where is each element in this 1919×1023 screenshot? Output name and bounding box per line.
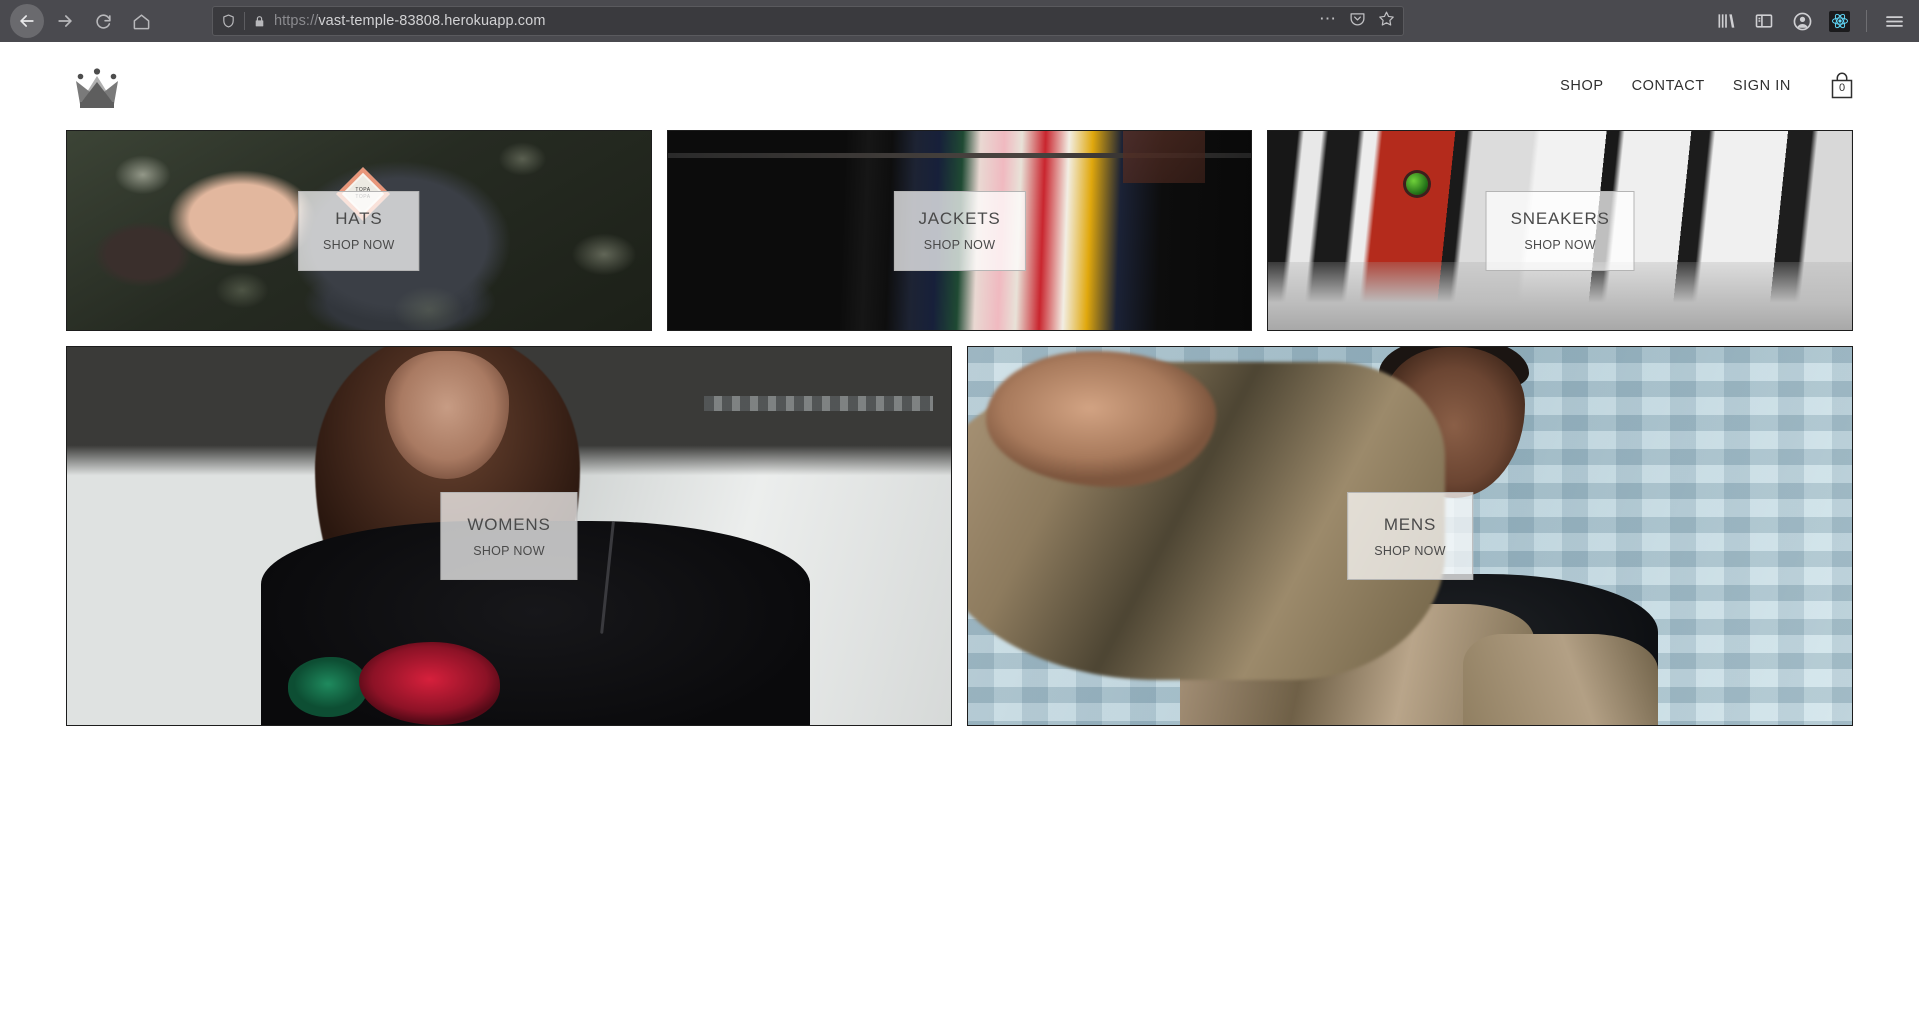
category-subtitle: SHOP NOW [473,543,545,558]
browser-toolbar: https://vast-temple-83808.herokuapp.com … [0,0,1919,42]
category-title: MENS [1383,514,1437,534]
library-icon[interactable] [1715,10,1737,32]
urlbar-actions: ⋯ [1319,10,1395,32]
hats-overlay[interactable]: HATS SHOP NOW [298,190,420,271]
reload-icon[interactable] [86,4,120,38]
urlbar-divider [244,12,245,30]
cart-item-count: 0 [1838,82,1846,94]
womens-overlay[interactable]: WOMENS SHOP NOW [440,492,578,580]
ellipsis-icon[interactable]: ⋯ [1319,10,1337,32]
account-icon[interactable] [1791,10,1813,32]
category-title: HATS [335,209,383,228]
url-host: vast-temple-83808.herokuapp.com [318,13,546,29]
navigation-buttons [10,4,158,38]
chrome-divider [1866,10,1867,32]
react-devtools-icon[interactable] [1829,10,1850,32]
jackets-overlay[interactable]: JACKETS SHOP NOW [893,190,1026,271]
green-accent-detail [1405,172,1428,195]
address-bar[interactable]: https://vast-temple-83808.herokuapp.com … [212,6,1404,36]
directory-row-bottom: WOMENS SHOP NOW MENS SHOP NOW [66,346,1853,726]
category-subtitle: SHOP NOW [1374,543,1446,558]
floral-leaf-print [288,656,368,718]
url-scheme: https:// [274,13,319,29]
category-title: JACKETS [918,209,1001,228]
background-rail [703,396,934,412]
directory-item-womens[interactable]: WOMENS SHOP NOW [66,346,952,726]
shield-icon[interactable] [221,13,236,29]
shopping-bag-icon[interactable]: 0 [1827,69,1857,103]
chrome-right-icons [1715,10,1909,32]
url-text: https://vast-temple-83808.herokuapp.com [274,13,546,29]
nav-link-shop[interactable]: SHOP [1546,68,1618,104]
star-icon[interactable] [1378,10,1395,32]
floor-surface [1268,262,1853,330]
nav-link-sign-in[interactable]: SIGN IN [1719,68,1805,104]
category-title: SNEAKERS [1510,209,1610,228]
directory-item-sneakers[interactable]: SNEAKERS SHOP NOW [1267,130,1854,331]
camo-jacket-right [1463,634,1658,725]
directory-row-top: TOPA TOPA HATS SHOP NOW JACKETS SHOP NOW [66,130,1854,331]
site-header: SHOP CONTACT SIGN IN 0 [0,42,1919,130]
sidebar-icon[interactable] [1753,10,1775,32]
brick-wall [1122,131,1205,183]
back-arrow-icon[interactable] [10,4,44,38]
page-content: SHOP CONTACT SIGN IN 0 TOPA TOPA HATS SH… [0,42,1919,1023]
directory-item-hats[interactable]: TOPA TOPA HATS SHOP NOW [66,130,652,331]
category-subtitle: SHOP NOW [323,238,395,252]
directory-item-jackets[interactable]: JACKETS SHOP NOW [666,130,1253,331]
category-title: WOMENS [467,514,551,534]
forward-arrow-icon[interactable] [48,4,82,38]
mens-overlay[interactable]: MENS SHOP NOW [1347,492,1473,580]
crown-logo-icon[interactable] [66,55,128,117]
nav-link-contact[interactable]: CONTACT [1618,68,1719,104]
sneakers-overlay[interactable]: SNEAKERS SHOP NOW [1485,190,1635,271]
directory-item-mens[interactable]: MENS SHOP NOW [967,346,1853,726]
category-directory: TOPA TOPA HATS SHOP NOW JACKETS SHOP NOW [0,130,1919,726]
home-icon[interactable] [124,4,158,38]
pocket-icon[interactable] [1349,10,1366,32]
hamburger-menu-icon[interactable] [1883,10,1905,32]
category-subtitle: SHOP NOW [1524,238,1596,252]
padlock-icon[interactable] [253,14,266,29]
category-subtitle: SHOP NOW [923,238,996,252]
site-navigation: SHOP CONTACT SIGN IN 0 [1546,68,1857,104]
